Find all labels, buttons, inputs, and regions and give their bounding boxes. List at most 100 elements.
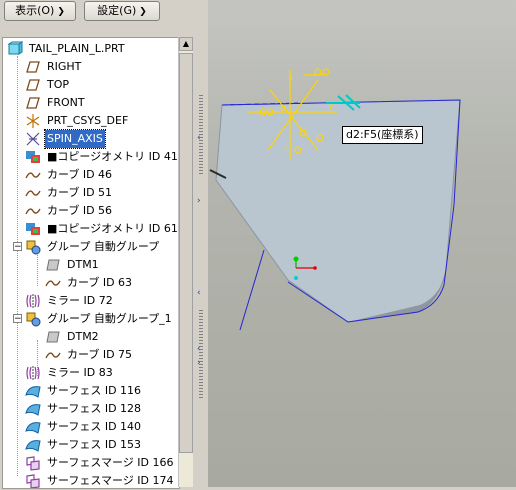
surface-icon [25,401,41,417]
chevron-down-icon: ❯ [57,7,65,17]
scroll-up-arrow-icon[interactable]: ▲ [179,37,193,51]
tree-item-label: ミラー ID 83 [47,366,113,379]
svg-text:x: x [288,73,294,83]
tree-item[interactable]: カーブ ID 63 [3,274,179,292]
mirror-icon [25,365,41,381]
model-canvas: x y z [209,68,461,331]
tree-item-label: カーブ ID 75 [67,348,133,361]
curve-icon [45,275,61,291]
curve-icon [25,185,41,201]
mirror-icon [25,293,41,309]
tree-item[interactable]: TAIL_PLAIN_L.PRT [3,40,179,58]
expand-right-arrow-icon[interactable]: › [197,196,201,206]
tree-item-label: SPIN_AXIS [44,129,106,149]
collapse-left-arrow-icon[interactable]: ‹ [197,288,201,298]
tree-item[interactable]: DTM1 [3,256,179,274]
tree-item-label: カーブ ID 63 [67,276,133,289]
tree-item-label: カーブ ID 51 [47,186,113,199]
tree-item-label: カーブ ID 56 [47,204,113,217]
tree-item-label: カーブ ID 46 [47,168,113,181]
tree-item[interactable]: ■コピージオメトリ ID 61 [3,220,179,238]
tree-collapse-toggle-icon[interactable]: − [13,314,22,324]
group-icon [25,311,41,327]
tree-item-label: TOP [47,78,70,91]
tree-item[interactable]: TOP [3,76,179,94]
tree-item-label: PRT_CSYS_DEF [47,114,129,127]
tree-item-label: サーフェスマージ ID 166 [47,456,174,469]
tree-item[interactable]: PRT_CSYS_DEF [3,112,179,130]
tree-item-label: FRONT [47,96,85,109]
chevron-down-icon: ❯ [139,7,147,17]
model-tree-panel: 表示(O) ❯ 設定(G) ❯ TAIL_PLAIN_L.PRT RIGHT TOP FR… [0,0,196,489]
datum-curve-line[interactable] [239,249,265,331]
tree-item-label: グループ 自動グループ [47,240,160,253]
copy-geometry-icon [25,149,41,165]
tree-item[interactable]: サーフェス ID 128 [3,400,179,418]
tree-item-label: ■コピージオメトリ ID 61 [47,222,178,235]
group-icon [25,239,41,255]
tree-item[interactable]: サーフェス ID 140 [3,418,179,436]
tree-item-label: TAIL_PLAIN_L.PRT [29,42,125,55]
display-menu-button[interactable]: 表示(O) ❯ [4,1,76,21]
copy-geometry-icon [25,221,41,237]
tree-item-label: サーフェス ID 153 [47,438,142,451]
tree-item[interactable]: サーフェス ID 153 [3,436,179,454]
tree-item[interactable]: カーブ ID 75 [3,346,179,364]
tree-item-label: RIGHT [47,60,82,73]
scroll-thumb[interactable] [179,53,193,453]
csys-icon [25,113,41,129]
tree-item[interactable]: カーブ ID 56 [3,202,179,220]
tree-item[interactable]: DTM2 [3,328,179,346]
tree-item[interactable]: サーフェスマージ ID 166 [3,454,179,472]
splitter-grip [199,310,203,400]
curve-icon [25,167,41,183]
curve-icon [25,203,41,219]
tree-item[interactable]: カーブ ID 51 [3,184,179,202]
surface-icon [25,437,41,453]
tree-item[interactable]: サーフェスマージ ID 174 [3,472,179,488]
tree-item[interactable]: RIGHT [3,58,179,76]
graphics-viewport[interactable]: x y z d2:F5(座標系) [208,0,516,487]
tree-scrollbar[interactable]: ▲ [178,37,193,487]
tree-item-label: ■コピージオメトリ ID 41 [47,150,178,163]
axis-icon [25,131,41,147]
tree-item-label: サーフェス ID 116 [47,384,142,397]
tree-item[interactable]: − グループ 自動グループ_1 [3,310,179,328]
tree-toolbar: 表示(O) ❯ 設定(G) ❯ [0,0,196,24]
merge-icon [25,455,41,471]
tree-item[interactable]: カーブ ID 46 [3,166,179,184]
settings-menu-button[interactable]: 設定(G) ❯ [84,1,160,21]
tree-item-label: サーフェス ID 128 [47,402,142,415]
svg-text:z: z [284,143,289,153]
tree-item[interactable]: FRONT [3,94,179,112]
collapse-left-arrow-icon[interactable]: ‹ [197,344,201,354]
tree-item[interactable]: ■コピージオメトリ ID 41 [3,148,179,166]
datum-plane-gray-icon [45,257,61,273]
tree-collapse-toggle-icon[interactable]: − [13,242,22,252]
datum-plane-gray-icon [45,329,61,345]
collapse-left-arrow-icon[interactable]: ‹ [197,133,201,143]
tree-item-label: ミラー ID 72 [47,294,113,307]
datum-plane-icon [25,77,41,93]
tree-item-label: DTM1 [67,258,99,271]
tree-item-label: サーフェスマージ ID 174 [47,474,174,487]
tree-item-label: グループ 自動グループ_1 [47,312,172,325]
model-tree[interactable]: TAIL_PLAIN_L.PRT RIGHT TOP FRONT PRT_CSYS_DE… [2,37,180,489]
settings-menu-label: 設定(G) [97,4,137,17]
datum-plane-icon [25,59,41,75]
surface-icon [25,383,41,399]
datum-plane-icon [25,95,41,111]
part-icon [7,41,24,57]
tree-item[interactable]: − グループ 自動グループ [3,238,179,256]
expand-right-arrow-icon[interactable]: › [197,358,201,368]
tree-item-label: サーフェス ID 140 [47,420,142,433]
tree-item[interactable]: ミラー ID 72 [3,292,179,310]
surface-icon [25,419,41,435]
curve-icon [45,347,61,363]
tree-item[interactable]: ミラー ID 83 [3,364,179,382]
tree-item[interactable]: サーフェス ID 116 [3,382,179,400]
panel-splitter[interactable]: ‹ › ‹ ‹ › [196,0,208,487]
tree-item[interactable]: SPIN_AXIS [3,129,179,149]
tree-item-label: DTM2 [67,330,99,343]
selection-tooltip: d2:F5(座標系) [342,126,423,144]
